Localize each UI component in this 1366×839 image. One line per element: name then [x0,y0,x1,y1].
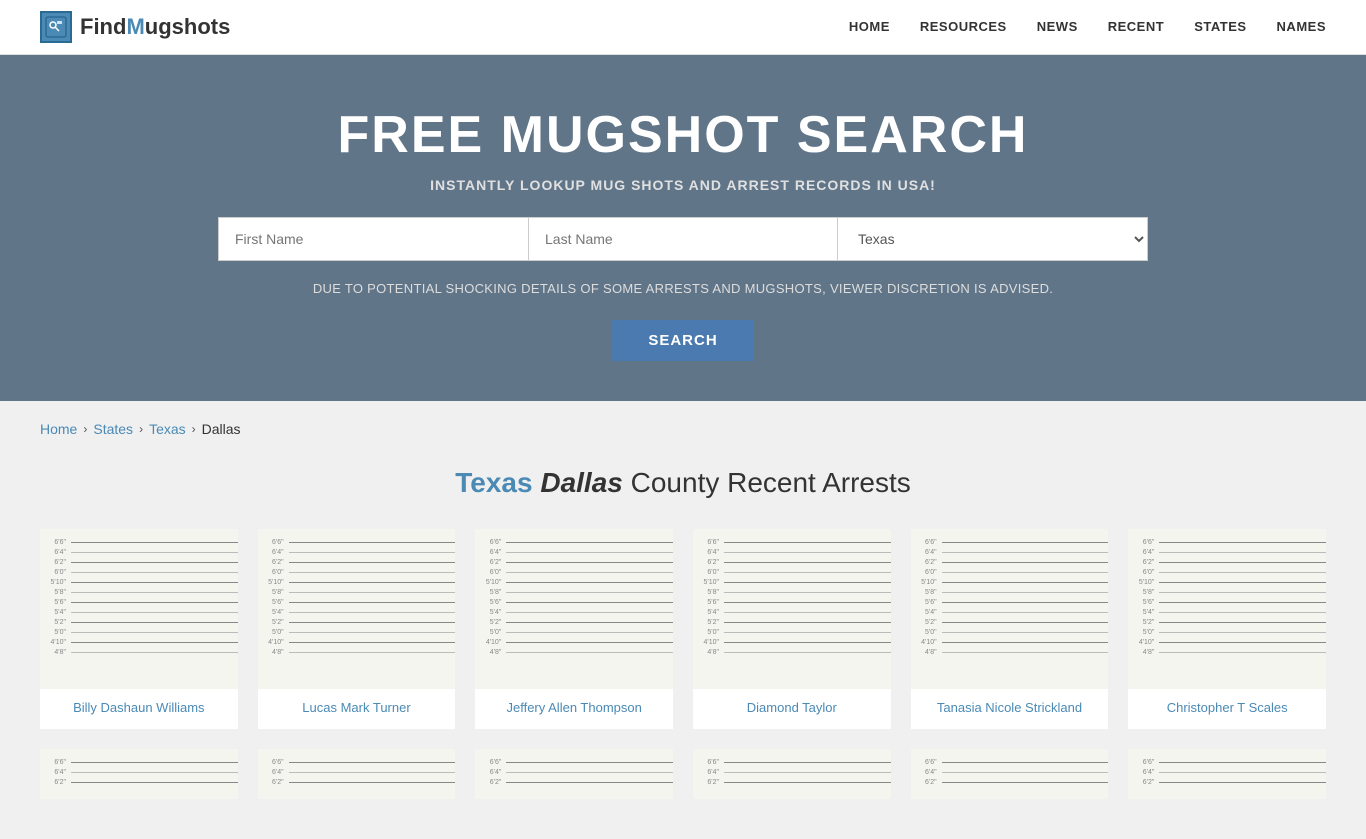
mugshot-card-partial[interactable]: 6'6" 6'4" 6'2" [475,749,673,799]
disclaimer-text: DUE TO POTENTIAL SHOCKING DETAILS OF SOM… [20,281,1346,296]
breadcrumb-current: Dallas [202,421,241,437]
mugshot-image-partial: 6'6" 6'4" 6'2" [258,749,456,799]
mugshot-card-partial[interactable]: 6'6" 6'4" 6'2" [911,749,1109,799]
brand-logo[interactable]: FindMugshots [40,11,230,43]
breadcrumb-sep-1: › [83,422,87,436]
mugshot-image-partial: 6'6" 6'4" 6'2" [40,749,238,799]
ruler-bg-partial: 6'6" 6'4" 6'2" [40,749,238,799]
mugshot-image: 6'6" 6'4" 6'2" 6'0" 5'10" 5'8" 5'6" 5'4"… [475,529,673,689]
mugshot-image: 6'6" 6'4" 6'2" 6'0" 5'10" 5'8" 5'6" 5'4"… [40,529,238,689]
mugshot-card[interactable]: 6'6" 6'4" 6'2" 6'0" 5'10" 5'8" 5'6" 5'4"… [40,529,238,729]
hero-section: FREE MUGSHOT SEARCH INSTANTLY LOOKUP MUG… [0,55,1366,401]
search-form: Select State Alabama Alaska Arizona Arka… [20,217,1346,261]
first-name-input[interactable] [218,217,528,261]
nav-recent[interactable]: RECENT [1108,19,1164,34]
mugshot-card[interactable]: 6'6" 6'4" 6'2" 6'0" 5'10" 5'8" 5'6" 5'4"… [258,529,456,729]
ruler-bg-partial: 6'6" 6'4" 6'2" [693,749,891,799]
mugshot-image: 6'6" 6'4" 6'2" 6'0" 5'10" 5'8" 5'6" 5'4"… [1128,529,1326,689]
mugshot-image: 6'6" 6'4" 6'2" 6'0" 5'10" 5'8" 5'6" 5'4"… [911,529,1109,689]
mugshot-name: Tanasia Nicole Strickland [911,689,1109,729]
mugshot-image: 6'6" 6'4" 6'2" 6'0" 5'10" 5'8" 5'6" 5'4"… [693,529,891,689]
ruler-bg: 6'6" 6'4" 6'2" 6'0" 5'10" 5'8" 5'6" 5'4"… [911,529,1109,689]
ruler-bg: 6'6" 6'4" 6'2" 6'0" 5'10" 5'8" 5'6" 5'4"… [1128,529,1326,689]
mugshot-card[interactable]: 6'6" 6'4" 6'2" 6'0" 5'10" 5'8" 5'6" 5'4"… [475,529,673,729]
breadcrumb: Home › States › Texas › Dallas [40,421,1326,437]
mugshot-name: Lucas Mark Turner [258,689,456,729]
nav-resources[interactable]: RESOURCES [920,19,1007,34]
mugshot-card-partial[interactable]: 6'6" 6'4" 6'2" [258,749,456,799]
last-name-input[interactable] [528,217,838,261]
ruler-bg: 6'6" 6'4" 6'2" 6'0" 5'10" 5'8" 5'6" 5'4"… [40,529,238,689]
mugshot-image-partial: 6'6" 6'4" 6'2" [1128,749,1326,799]
breadcrumb-home[interactable]: Home [40,421,77,437]
nav-news[interactable]: NEWS [1037,19,1078,34]
page-title-suffix: County Recent Arrests [631,467,911,498]
mugshot-card[interactable]: 6'6" 6'4" 6'2" 6'0" 5'10" 5'8" 5'6" 5'4"… [911,529,1109,729]
mugshot-card[interactable]: 6'6" 6'4" 6'2" 6'0" 5'10" 5'8" 5'6" 5'4"… [1128,529,1326,729]
mugshot-grid-row2: 6'6" 6'4" 6'2" 6'6" 6'4" 6'2" 6'6" 6'4" … [40,749,1326,799]
mugshot-image-partial: 6'6" 6'4" 6'2" [475,749,673,799]
state-select[interactable]: Select State Alabama Alaska Arizona Arka… [838,217,1148,261]
ruler-bg: 6'6" 6'4" 6'2" 6'0" 5'10" 5'8" 5'6" 5'4"… [693,529,891,689]
search-button[interactable]: SEARCH [612,320,753,361]
brand-text: FindMugshots [80,14,230,40]
main-nav: HOME RESOURCES NEWS RECENT STATES NAMES [849,18,1326,36]
mugshot-image-partial: 6'6" 6'4" 6'2" [693,749,891,799]
ruler-bg: 6'6" 6'4" 6'2" 6'0" 5'10" 5'8" 5'6" 5'4"… [258,529,456,689]
main-content: Home › States › Texas › Dallas Texas Dal… [0,401,1366,839]
nav-names[interactable]: NAMES [1277,19,1326,34]
mugshot-image: 6'6" 6'4" 6'2" 6'0" 5'10" 5'8" 5'6" 5'4"… [258,529,456,689]
ruler-bg: 6'6" 6'4" 6'2" 6'0" 5'10" 5'8" 5'6" 5'4"… [475,529,673,689]
ruler-bg-partial: 6'6" 6'4" 6'2" [1128,749,1326,799]
mugshot-name: Jeffery Allen Thompson [475,689,673,729]
ruler-bg-partial: 6'6" 6'4" 6'2" [475,749,673,799]
nav-home[interactable]: HOME [849,19,890,34]
mugshot-card[interactable]: 6'6" 6'4" 6'2" 6'0" 5'10" 5'8" 5'6" 5'4"… [693,529,891,729]
page-title-state: Texas [455,467,532,498]
mugshot-grid-row1: 6'6" 6'4" 6'2" 6'0" 5'10" 5'8" 5'6" 5'4"… [40,529,1326,729]
breadcrumb-texas[interactable]: Texas [149,421,186,437]
breadcrumb-states[interactable]: States [93,421,133,437]
mugshot-name: Billy Dashaun Williams [40,689,238,729]
mugshot-card-partial[interactable]: 6'6" 6'4" 6'2" [693,749,891,799]
mugshot-card-partial[interactable]: 6'6" 6'4" 6'2" [1128,749,1326,799]
navbar: FindMugshots HOME RESOURCES NEWS RECENT … [0,0,1366,55]
nav-states[interactable]: STATES [1194,19,1246,34]
mugshot-card-partial[interactable]: 6'6" 6'4" 6'2" [40,749,238,799]
mugshot-name: Diamond Taylor [693,689,891,729]
ruler-bg-partial: 6'6" 6'4" 6'2" [911,749,1109,799]
logo-icon [40,11,72,43]
hero-title: FREE MUGSHOT SEARCH [20,105,1346,165]
ruler-bg-partial: 6'6" 6'4" 6'2" [258,749,456,799]
page-title-county: Dallas [540,467,623,498]
breadcrumb-sep-2: › [139,422,143,436]
mugshot-name: Christopher T Scales [1128,689,1326,729]
hero-subtitle: INSTANTLY LOOKUP MUG SHOTS AND ARREST RE… [20,177,1346,193]
breadcrumb-sep-3: › [192,422,196,436]
page-title: Texas Dallas County Recent Arrests [40,467,1326,499]
mugshot-image-partial: 6'6" 6'4" 6'2" [911,749,1109,799]
